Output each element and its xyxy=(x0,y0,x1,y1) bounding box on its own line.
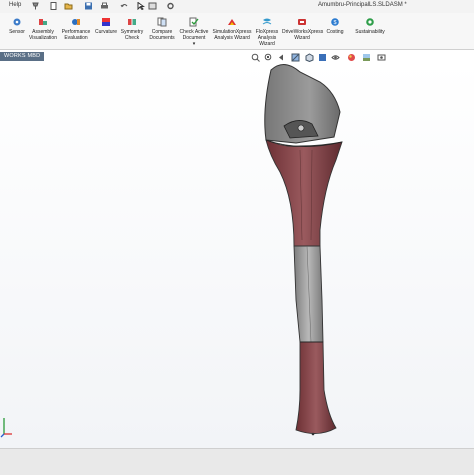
compare-documents-label: Compare Documents xyxy=(149,29,175,41)
menu-help[interactable]: Help xyxy=(9,2,21,8)
simulationxpress-label: SimulationXpress Analysis Wizard xyxy=(212,29,252,41)
edit-appearance-icon[interactable] xyxy=(347,53,356,62)
symmetry-check-button[interactable]: Symmetry Check xyxy=(120,17,144,41)
symmetry-check-icon xyxy=(128,19,136,25)
graphics-area[interactable] xyxy=(0,62,474,448)
assembly-visualization-button[interactable]: Assembly Visualization xyxy=(28,17,58,41)
check-active-document-button[interactable]: Check Active Document ▾ xyxy=(178,17,210,47)
compare-documents-icon xyxy=(157,17,167,27)
performance-evaluation-icon xyxy=(72,19,80,25)
assembly-visualization-icon xyxy=(39,19,47,25)
sustainability-button[interactable]: Sustainability xyxy=(352,17,388,35)
costing-icon: $ xyxy=(331,18,339,26)
driveworksxpress-icon xyxy=(298,19,306,25)
select-arrow-icon[interactable] xyxy=(136,2,145,10)
title-bar: Help Amumbru-PrincipalLS.SLDASM * xyxy=(0,0,474,14)
sustainability-label: Sustainability xyxy=(355,29,385,35)
assembly-visualization-label: Assembly Visualization xyxy=(29,29,57,41)
floxpress-button[interactable]: FloXpress Analysis Wizard xyxy=(254,17,280,47)
print-icon[interactable] xyxy=(100,2,109,10)
options-icon[interactable] xyxy=(166,2,175,10)
compare-documents-button[interactable]: Compare Documents xyxy=(148,17,176,41)
floxpress-label: FloXpress Analysis Wizard xyxy=(255,29,279,47)
zoom-to-fit-icon[interactable] xyxy=(251,53,260,62)
curvature-icon xyxy=(102,18,110,26)
performance-evaluation-label: Performance Evaluation xyxy=(61,29,91,41)
status-bar xyxy=(0,448,474,475)
performance-evaluation-button[interactable]: Performance Evaluation xyxy=(60,17,92,41)
sustainability-icon xyxy=(366,18,374,26)
dropdown-chevron-icon[interactable]: ▾ xyxy=(178,41,210,47)
previous-view-icon[interactable] xyxy=(277,53,286,62)
curvature-button[interactable]: Curvature xyxy=(95,17,117,35)
costing-label: Costing xyxy=(326,29,344,35)
section-view-icon[interactable] xyxy=(291,53,300,62)
view-orientation-icon[interactable] xyxy=(305,53,314,62)
new-document-icon[interactable] xyxy=(49,2,58,10)
driveworksxpress-label: DriveWorksXpress Wizard xyxy=(282,29,324,41)
pin-icon[interactable] xyxy=(31,2,40,10)
check-active-document-label: Check Active Document xyxy=(179,29,209,41)
check-active-document-icon xyxy=(189,17,199,27)
apply-scene-icon[interactable] xyxy=(362,53,371,62)
svg-text:$: $ xyxy=(333,20,336,26)
simulationxpress-icon xyxy=(228,19,236,25)
sensor-button[interactable]: Sensor xyxy=(7,17,27,35)
sensor-label: Sensor xyxy=(9,29,25,35)
coordinate-triad-icon xyxy=(0,418,12,438)
shaft-grey[interactable] xyxy=(293,245,324,343)
document-title: Amumbru-PrincipalLS.SLDASM * xyxy=(318,2,407,8)
sensor-icon xyxy=(13,18,21,26)
floxpress-icon xyxy=(262,18,272,25)
tab-mbd[interactable]: WORKS MBD xyxy=(0,52,45,61)
open-folder-icon[interactable] xyxy=(64,2,73,10)
driveworksxpress-button[interactable]: DriveWorksXpress Wizard xyxy=(282,17,324,41)
hide-show-items-icon[interactable] xyxy=(331,53,340,62)
symmetry-check-label: Symmetry Check xyxy=(120,29,144,41)
display-style-icon[interactable] xyxy=(318,53,327,62)
simulationxpress-button[interactable]: SimulationXpress Analysis Wizard xyxy=(212,17,252,41)
view-settings-icon[interactable] xyxy=(377,53,386,62)
costing-button[interactable]: $ Costing xyxy=(324,17,346,35)
zoom-to-area-icon[interactable] xyxy=(264,53,273,62)
command-manager-ribbon: Sensor Assembly Visualization Performanc… xyxy=(0,13,474,50)
undo-icon[interactable] xyxy=(120,2,129,10)
save-icon[interactable] xyxy=(84,2,93,10)
curvature-label: Curvature xyxy=(95,29,117,35)
rebuild-icon[interactable] xyxy=(148,2,157,10)
